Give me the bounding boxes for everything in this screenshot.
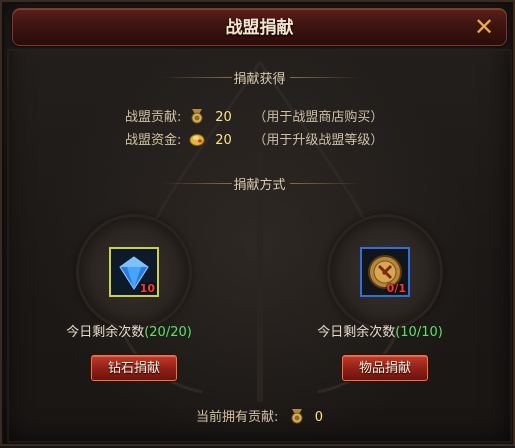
diamond-remaining-label: 今日剩余次数 (66, 325, 145, 340)
current-contribution: 当前拥有贡献: 0 (2, 408, 515, 428)
contribution-medal-icon (291, 409, 303, 424)
methods-heading-label: 捐献方式 (233, 178, 286, 193)
funds-note: （用于升级战盟等级） (253, 133, 384, 148)
contribution-note: （用于战盟商店购买） (253, 110, 384, 125)
diamond-donate-button[interactable]: 钻石捐献 (91, 355, 177, 381)
funds-label: 战盟资金: (125, 133, 182, 148)
methods-heading: 捐献方式 (2, 174, 515, 193)
title-bar: 战盟捐献 ✕ (12, 8, 507, 46)
item-remaining: 今日剩余次数(10/10) (305, 324, 455, 342)
close-icon[interactable]: ✕ (472, 15, 496, 40)
item-remaining-value: (10/10) (395, 325, 443, 340)
diamond-remaining: 今日剩余次数(20/20) (54, 324, 204, 342)
item-count: 0/1 (386, 282, 406, 295)
current-contribution-label: 当前拥有贡献: (196, 410, 279, 425)
contribution-medal-icon (191, 109, 203, 124)
funds-row: 战盟资金: 20 （用于升级战盟等级） (125, 131, 383, 151)
diamond-count: 10 (139, 282, 155, 295)
contribution-row: 战盟贡献: 20 （用于战盟商店购买） (125, 108, 383, 128)
guild-donation-window: 战盟捐献 ✕ 捐献获得 战盟贡献: 20 （用于战盟商店购买） 战盟资金: 20… (0, 0, 515, 446)
funds-value: 20 (215, 133, 232, 148)
window-title: 战盟捐献 (225, 18, 294, 38)
gain-heading-label: 捐献获得 (233, 72, 286, 87)
diamond-slot[interactable]: 10 (109, 247, 159, 297)
item-remaining-label: 今日剩余次数 (317, 325, 396, 340)
gain-heading: 捐献获得 (2, 68, 515, 87)
contribution-label: 战盟贡献: (125, 110, 182, 125)
item-donate-button[interactable]: 物品捐献 (342, 355, 428, 381)
diamond-remaining-value: (20/20) (144, 325, 192, 340)
current-contribution-value: 0 (314, 410, 323, 425)
item-slot[interactable]: 0/1 (360, 247, 410, 297)
gold-coin-icon (189, 134, 205, 146)
contribution-value: 20 (215, 110, 232, 125)
